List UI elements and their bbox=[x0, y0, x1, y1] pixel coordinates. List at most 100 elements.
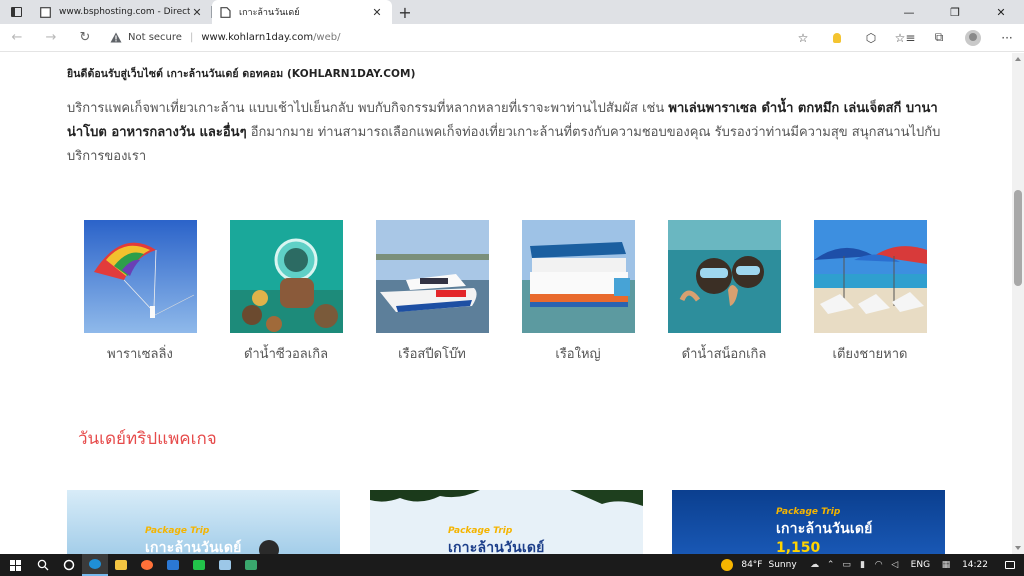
warning-icon[interactable] bbox=[110, 32, 122, 43]
activity-sea-walker[interactable]: ดำน้ำซีวอลเกิล bbox=[213, 220, 359, 364]
weather-temp: 84°F bbox=[741, 560, 763, 570]
activity-beach-chairs[interactable]: เตียงชายหาด bbox=[797, 220, 943, 364]
cortana-button[interactable] bbox=[56, 554, 82, 576]
profile-button[interactable] bbox=[956, 24, 990, 52]
browser-tools: ☆ ⬡ ☆≡ ⧉ ··· bbox=[786, 24, 1024, 52]
tab-title: www.bsphosting.com - DirectAd bbox=[59, 7, 190, 17]
taskbar-mail[interactable] bbox=[160, 554, 186, 576]
scroll-up-icon[interactable] bbox=[1015, 57, 1021, 61]
windows-taskbar: 84°F Sunny ☁ ⌃ ▭ ▮ ◠ ◁ ENG ▦ 14:22 bbox=[0, 554, 1024, 576]
notification-button[interactable] bbox=[996, 561, 1024, 569]
taskbar-file-explorer[interactable] bbox=[108, 554, 134, 576]
cloud-icon[interactable]: ☁ bbox=[807, 560, 823, 570]
extensions-button[interactable]: ⬡ bbox=[854, 24, 888, 52]
package-price: 1,150 bbox=[776, 540, 821, 554]
taskbar-notepad[interactable] bbox=[212, 554, 238, 576]
package-name: เกาะล้านวันเดย์ bbox=[776, 521, 873, 537]
activity-label[interactable]: เรือใหญ่ bbox=[555, 343, 600, 364]
package-card[interactable]: Package Trip เกาะล้านวันเดย์ 1,150 bbox=[672, 490, 945, 554]
activity-label[interactable]: เรือสปีดโบ๊ท bbox=[398, 343, 466, 364]
onedrive-icon[interactable]: ▭ bbox=[839, 560, 855, 570]
activity-label[interactable]: พาราเซลลิ่ง bbox=[107, 343, 173, 364]
weather-widget[interactable]: 84°F Sunny bbox=[721, 559, 797, 571]
activity-snorkeling[interactable]: ดำน้ำสน็อกเกิล bbox=[651, 220, 797, 364]
keyboard-icon[interactable]: ▦ bbox=[938, 560, 954, 570]
activity-speedboat[interactable]: เรือสปีดโบ๊ท bbox=[359, 220, 505, 364]
favorites-button[interactable]: ☆≡ bbox=[888, 24, 922, 52]
big-boat-photo[interactable] bbox=[521, 220, 635, 333]
wifi-icon[interactable]: ◠ bbox=[871, 560, 887, 570]
page-scrollbar[interactable] bbox=[1012, 53, 1024, 554]
sun-icon bbox=[721, 559, 734, 571]
welcome-text: ยินดีต้อนรับสู่เว็บไซต์ เกาะล้านวันเดย์ … bbox=[67, 68, 416, 80]
windows-logo-icon bbox=[9, 559, 21, 571]
taskbar-edge[interactable] bbox=[82, 554, 108, 576]
package-name: เกาะล้านวันเดย์ bbox=[145, 540, 242, 554]
minimize-button[interactable]: — bbox=[886, 0, 932, 24]
start-button[interactable] bbox=[0, 554, 30, 576]
scroll-down-icon[interactable] bbox=[1015, 546, 1021, 550]
input-language[interactable]: ENG bbox=[911, 560, 930, 570]
beach-chairs-photo[interactable] bbox=[813, 220, 927, 333]
taskbar-firefox[interactable] bbox=[134, 554, 160, 576]
tab-kohlarn1day[interactable]: เกาะล้านวันเดย์ ✕ bbox=[212, 0, 392, 24]
tab-close-icon[interactable]: ✕ bbox=[370, 6, 384, 19]
taskbar-line[interactable] bbox=[186, 554, 212, 576]
web-page: ยินดีต้อนรับสู่เว็บไซต์ เกาะล้านวันเดย์ … bbox=[0, 53, 1012, 554]
star-plus-icon: ☆ bbox=[797, 30, 809, 45]
line-icon bbox=[193, 560, 205, 570]
package-card[interactable]: Package Trip เกาะล้านวันเดย์ bbox=[370, 490, 643, 554]
snorkeling-photo[interactable] bbox=[667, 220, 781, 333]
taskbar-app[interactable] bbox=[238, 554, 264, 576]
sea-walker-photo[interactable] bbox=[229, 220, 343, 333]
collections-button[interactable]: ⧉ bbox=[922, 24, 956, 52]
security-label[interactable]: Not secure bbox=[128, 32, 182, 43]
activity-label[interactable]: เตียงชายหาด bbox=[833, 343, 908, 364]
chevron-up-icon[interactable]: ⌃ bbox=[823, 560, 839, 570]
bulb-icon bbox=[833, 32, 841, 43]
activity-big-boat[interactable]: เรือใหญ่ bbox=[505, 220, 651, 364]
window-controls: — ❐ ✕ bbox=[886, 0, 1024, 24]
favorites-icon: ☆≡ bbox=[894, 30, 916, 45]
extension-bulb-button[interactable] bbox=[820, 24, 854, 52]
browser-tab-strip: www.bsphosting.com - DirectAd ✕ เกาะล้าน… bbox=[0, 0, 1024, 24]
avatar bbox=[965, 29, 981, 46]
package-list: Package Trip เกาะล้านวันเดย์ Package Tri… bbox=[67, 490, 947, 554]
package-card[interactable]: Package Trip เกาะล้านวันเดย์ bbox=[67, 490, 340, 554]
restore-button[interactable]: ❐ bbox=[932, 0, 978, 24]
activity-label[interactable]: ดำน้ำซีวอลเกิล bbox=[244, 343, 328, 364]
forward-button[interactable]: → bbox=[34, 24, 68, 52]
speedboat-photo[interactable] bbox=[375, 220, 489, 333]
new-tab-button[interactable]: + bbox=[392, 0, 418, 24]
system-tray: 84°F Sunny ☁ ⌃ ▭ ▮ ◠ ◁ ENG ▦ 14:22 bbox=[721, 554, 1024, 576]
url-host: www.kohlarn1day.com bbox=[201, 32, 314, 43]
clock[interactable]: 14:22 bbox=[962, 560, 988, 570]
battery-icon[interactable]: ▮ bbox=[855, 560, 871, 570]
scrollbar-thumb[interactable] bbox=[1014, 190, 1022, 286]
search-icon bbox=[37, 559, 49, 571]
package-name: เกาะล้านวันเดย์ bbox=[448, 540, 545, 554]
activities-grid: พาราเซลลิ่ง ดำน้ำซีวอลเกิล เรือสปีดโบ๊ท … bbox=[67, 220, 947, 364]
firefox-icon bbox=[141, 560, 153, 570]
back-button[interactable]: ← bbox=[0, 24, 34, 52]
address-bar[interactable]: Not secure | www.kohlarn1day.com/web/ bbox=[110, 27, 710, 49]
settings-more-button[interactable]: ··· bbox=[990, 24, 1024, 52]
search-button[interactable] bbox=[30, 554, 56, 576]
parasailing-photo[interactable] bbox=[83, 220, 197, 333]
notification-icon bbox=[1005, 561, 1015, 569]
close-window-button[interactable]: ✕ bbox=[978, 0, 1024, 24]
section-title-packages: วันเดย์ทริปแพคเกจ bbox=[78, 429, 217, 449]
add-favorite-button[interactable]: ☆ bbox=[786, 24, 820, 52]
tab-actions-button[interactable] bbox=[0, 0, 32, 24]
notepad-icon bbox=[219, 560, 231, 570]
weather-condition: Sunny bbox=[768, 560, 797, 570]
tab-close-icon[interactable]: ✕ bbox=[190, 6, 204, 19]
browser-toolbar: ← → ↻ Not secure | www.kohlarn1day.com/w… bbox=[0, 24, 1024, 52]
tab-bsphosting[interactable]: www.bsphosting.com - DirectAd ✕ bbox=[32, 0, 212, 24]
url-text[interactable]: www.kohlarn1day.com/web/ bbox=[201, 32, 340, 43]
reload-button[interactable]: ↻ bbox=[68, 24, 102, 52]
folder-icon bbox=[115, 560, 127, 570]
activity-parasailing[interactable]: พาราเซลลิ่ง bbox=[67, 220, 213, 364]
activity-label[interactable]: ดำน้ำสน็อกเกิล bbox=[682, 343, 767, 364]
volume-icon[interactable]: ◁ bbox=[887, 560, 903, 570]
